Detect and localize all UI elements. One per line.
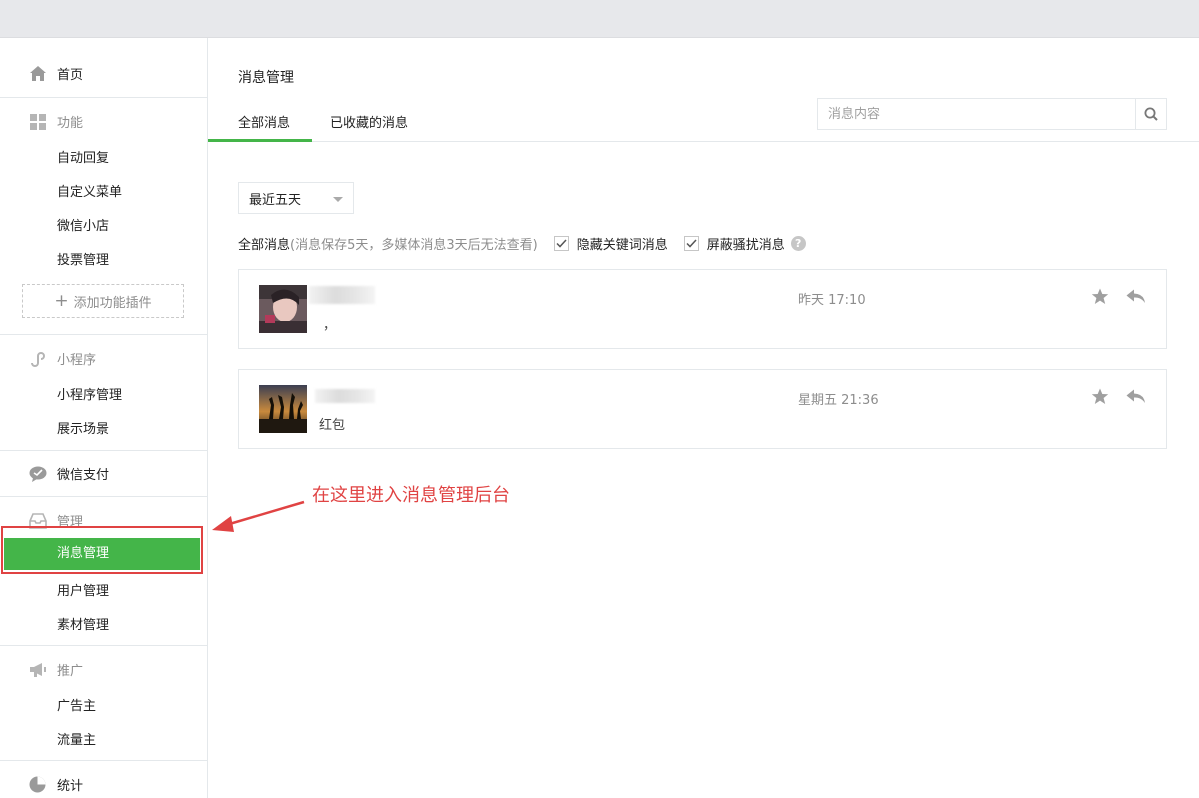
- annotation-text: 在这里进入消息管理后台: [312, 485, 510, 506]
- sidebar-item-publisher[interactable]: 流量主: [57, 729, 96, 748]
- annotation-highlight-box: [1, 526, 203, 574]
- checkmark-icon: [683, 236, 699, 251]
- sidebar-item-display-scene[interactable]: 展示场景: [57, 418, 109, 437]
- hide-keyword-checkbox[interactable]: 隐藏关键词消息: [553, 234, 668, 253]
- message-text: 红包: [319, 418, 346, 433]
- page-title: 消息管理: [238, 70, 294, 86]
- sidebar-item-miniprogram-manage[interactable]: 小程序管理: [57, 384, 122, 403]
- sidebar-item-auto-reply[interactable]: 自动回复: [57, 147, 109, 166]
- add-plugin-button[interactable]: + 添加功能插件: [22, 284, 184, 318]
- tab-starred-messages[interactable]: 已收藏的消息: [330, 112, 408, 142]
- message-time: 昨天 17:10: [798, 293, 866, 308]
- sidebar-section-promote: 推广: [28, 660, 83, 679]
- nickname-blurred: [309, 286, 375, 304]
- date-range-select[interactable]: 最近五天: [238, 182, 354, 214]
- search-box: [817, 98, 1167, 130]
- top-bar: [0, 0, 1199, 38]
- reply-icon[interactable]: [1126, 289, 1146, 308]
- sidebar-item-user-manage[interactable]: 用户管理: [57, 580, 109, 599]
- grid-icon: [28, 112, 47, 131]
- sidebar-item-custom-menu[interactable]: 自定义菜单: [57, 181, 122, 200]
- message-time: 星期五 21:36: [798, 393, 879, 408]
- help-icon[interactable]: ?: [790, 236, 806, 251]
- message-text: ，: [323, 318, 337, 333]
- megaphone-icon: [28, 660, 47, 679]
- search-icon: [1144, 107, 1158, 121]
- sidebar-item-home[interactable]: 首页: [28, 64, 83, 83]
- message-item[interactable]: ， 昨天 17:10: [238, 269, 1167, 349]
- wechat-pay-icon: [28, 464, 47, 483]
- sidebar-item-material-manage[interactable]: 素材管理: [57, 614, 109, 633]
- star-icon[interactable]: [1091, 288, 1109, 309]
- sidebar-item-wechat-store[interactable]: 微信小店: [57, 215, 109, 234]
- reply-icon[interactable]: [1126, 389, 1146, 408]
- pie-chart-icon: [28, 775, 47, 794]
- nickname-blurred: [315, 389, 375, 403]
- avatar[interactable]: [259, 285, 307, 333]
- checkmark-icon: [553, 236, 569, 251]
- miniprogram-icon: [28, 349, 47, 368]
- filter-row: 全部消息 (消息保存5天，多媒体消息3天后无法查看) 隐藏关键词消息 屏蔽骚扰消…: [238, 234, 806, 253]
- star-icon[interactable]: [1091, 388, 1109, 409]
- sidebar-section-miniprogram: 小程序: [28, 349, 96, 368]
- sidebar: 首页 功能 自动回复 自定义菜单 微信小店 投票管理 + 添加功能插件 小程序 …: [0, 38, 208, 798]
- message-item[interactable]: 红包 星期五 21:36: [238, 369, 1167, 449]
- plus-icon: +: [54, 290, 69, 311]
- tab-all-messages[interactable]: 全部消息: [208, 112, 312, 142]
- avatar[interactable]: [259, 385, 307, 433]
- main-content: 消息管理 全部消息 已收藏的消息 最近五天 全部消息 (消息保存5天，多媒体消息…: [208, 38, 1199, 798]
- sidebar-item-stats[interactable]: 统计: [28, 775, 83, 794]
- home-icon: [28, 64, 47, 83]
- search-button[interactable]: [1135, 99, 1166, 129]
- sidebar-section-function: 功能: [28, 112, 83, 131]
- search-input[interactable]: [818, 99, 1135, 129]
- sidebar-item-advertiser[interactable]: 广告主: [57, 695, 96, 714]
- sidebar-item-vote[interactable]: 投票管理: [57, 249, 109, 268]
- block-spam-checkbox[interactable]: 屏蔽骚扰消息: [683, 234, 785, 253]
- caret-down-icon: [333, 197, 343, 202]
- sidebar-item-wechat-pay[interactable]: 微信支付: [28, 464, 109, 483]
